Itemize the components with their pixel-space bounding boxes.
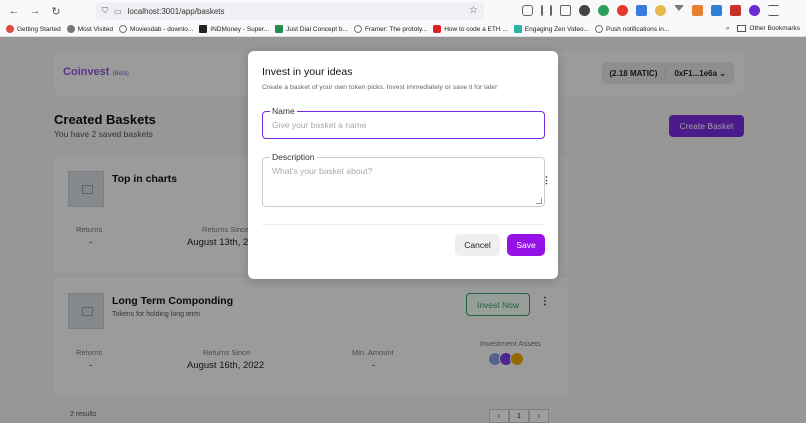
bookmark-item[interactable]: Engaging Zen Video... xyxy=(513,25,589,33)
forward-icon[interactable]: → xyxy=(28,4,42,18)
bookmark-icon xyxy=(199,25,208,33)
bookmark-item[interactable]: How to code a ETH ... xyxy=(433,25,508,33)
extension-purple-icon[interactable] xyxy=(749,5,760,16)
vpn-icon[interactable] xyxy=(636,5,647,16)
name-label: Name xyxy=(270,106,297,116)
bookmark-item[interactable]: Push notifications in... xyxy=(595,25,669,33)
folder-icon xyxy=(737,25,747,32)
opera-icon[interactable] xyxy=(617,5,628,16)
other-bookmarks[interactable]: » Other Bookmarks xyxy=(726,25,800,32)
youtube-icon xyxy=(433,25,442,33)
reload-icon[interactable]: ↻ xyxy=(49,4,63,18)
modal-title: Invest in your ideas xyxy=(262,66,353,78)
extension-blue-icon[interactable] xyxy=(711,5,722,16)
more-options-icon[interactable]: ⋮ xyxy=(542,175,551,186)
description-label: Description xyxy=(270,152,317,162)
metamask-icon[interactable] xyxy=(692,5,703,16)
bookmark-item[interactable]: Most Visited xyxy=(66,25,113,33)
grammarly-icon[interactable] xyxy=(598,5,609,16)
url-text: localhost:3001/app/baskets xyxy=(127,6,225,16)
gear-icon xyxy=(66,25,75,33)
basket-description-input[interactable] xyxy=(262,157,545,207)
bookmark-item[interactable]: Framer: The prototy... xyxy=(353,25,427,33)
bookmark-icon xyxy=(513,25,522,33)
cancel-button[interactable]: Cancel xyxy=(455,234,500,256)
bookmarks-bar: Getting Started Most Visited Moviesdab -… xyxy=(0,22,806,37)
bookmark-star-icon[interactable]: ☆ xyxy=(469,5,478,16)
save-button[interactable]: Save xyxy=(507,234,545,256)
globe-icon xyxy=(353,25,362,33)
divider xyxy=(262,224,545,225)
pocket-icon[interactable] xyxy=(522,5,533,16)
color-picker-icon[interactable] xyxy=(655,5,666,16)
bookmark-item[interactable]: Just Dial Concept b... xyxy=(275,25,348,33)
modal-subtitle: Create a basket of your own token picks.… xyxy=(262,84,498,91)
bookmark-item[interactable]: INDMoney - Super... xyxy=(199,25,269,33)
menu-icon[interactable] xyxy=(768,5,779,16)
bookmark-item[interactable]: Getting Started xyxy=(6,25,61,33)
basket-name-input[interactable] xyxy=(262,111,545,139)
globe-icon xyxy=(119,25,128,33)
bookmark-icon xyxy=(275,25,284,33)
extension-icons xyxy=(522,5,779,16)
extension-red-icon[interactable] xyxy=(730,5,741,16)
resize-handle-icon[interactable] xyxy=(536,198,542,204)
bookmark-item[interactable]: Moviesdab - downlo... xyxy=(119,25,193,33)
back-icon[interactable]: ← xyxy=(7,4,21,18)
sidebar-icon[interactable] xyxy=(560,5,571,16)
browser-toolbar: ← → ↻ ⛉ ▭ localhost:3001/app/baskets ☆ xyxy=(0,0,806,22)
shield-icon: ⛉ xyxy=(102,6,108,15)
globe-icon xyxy=(595,25,604,33)
create-basket-modal: Invest in your ideas Create a basket of … xyxy=(248,51,558,279)
address-bar[interactable]: ⛉ ▭ localhost:3001/app/baskets ☆ xyxy=(96,2,484,20)
filter-icon[interactable] xyxy=(674,5,684,11)
account-icon[interactable] xyxy=(579,5,590,16)
bookmark-icon xyxy=(6,25,14,33)
page-icon: ▭ xyxy=(114,6,122,16)
chevron-double-right-icon[interactable]: » xyxy=(726,25,730,32)
library-icon[interactable] xyxy=(541,5,552,16)
